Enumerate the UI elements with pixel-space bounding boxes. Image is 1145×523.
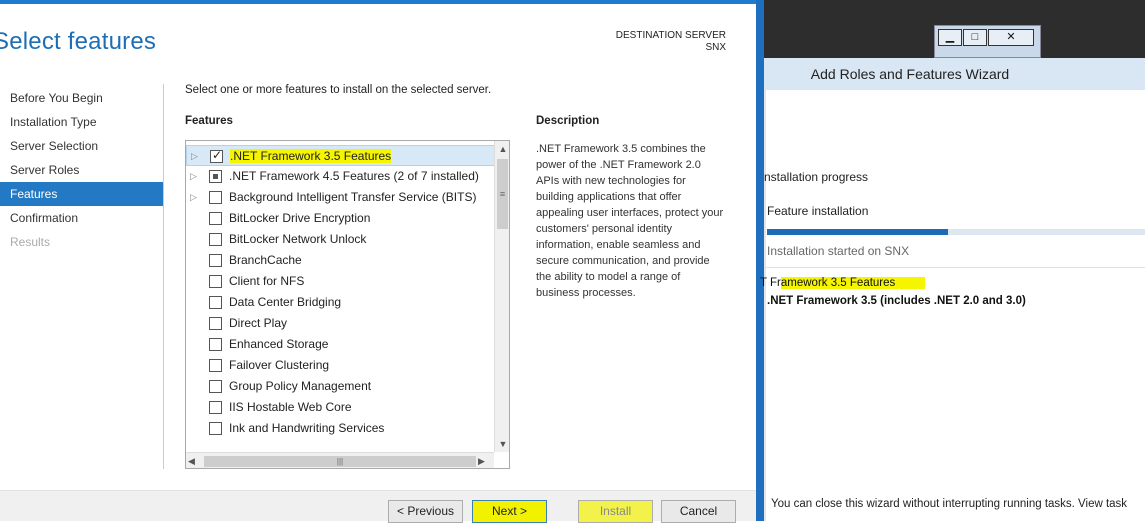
destination-server-label: DESTINATION SERVER [615,30,726,41]
close-icon[interactable]: ✕ [988,29,1034,46]
feature-checkbox[interactable] [209,170,222,183]
feature-row[interactable]: ▷ .NET Framework 4.5 Features (2 of 7 ins… [186,166,496,187]
feature-checkbox[interactable] [209,317,222,330]
progress-heading: nstallation progress [764,170,869,184]
feature-checkbox[interactable] [209,275,222,288]
feature-checkbox[interactable] [210,148,223,163]
expand-arrow-icon[interactable]: ▷ [190,192,198,202]
feature-row[interactable]: BranchCache [186,250,496,271]
instruction-text: Select one or more features to install o… [185,84,492,96]
feature-label: Enhanced Storage [229,337,329,351]
install-button[interactable]: Install [578,500,653,523]
nav-item-results: Results [10,235,51,249]
vertical-scroll-thumb[interactable]: ≡ [497,159,508,229]
result-feature-detail: .NET Framework 3.5 (includes .NET 2.0 an… [767,295,1026,307]
maximize-icon[interactable]: □ [963,29,987,46]
horizontal-scroll-thumb[interactable]: ||| [204,456,476,467]
feature-row[interactable]: ▷ Background Intelligent Transfer Service… [186,187,496,208]
feature-row[interactable]: Ink and Handwriting Services [186,418,496,439]
nav-item-before-you-begin[interactable]: Before You Begin [0,86,163,110]
expand-arrow-icon[interactable]: ▷ [190,171,198,181]
scroll-up-arrow-icon[interactable]: ▲ [495,141,509,157]
result-title-prefix: T Fr [760,277,781,289]
feature-label: Background Intelligent Transfer Service … [229,190,477,204]
feature-installation-label: Feature installation [767,204,869,218]
nav-item-installation-type[interactable]: Installation Type [0,110,163,134]
destination-server-name: SNX [705,42,726,53]
cancel-button[interactable]: Cancel [661,500,736,523]
feature-label: .NET Framework 3.5 Features [230,149,392,163]
feature-checkbox[interactable] [209,401,222,414]
feature-label: Ink and Handwriting Services [229,421,385,435]
feature-row[interactable]: Group Policy Management [186,376,496,397]
window-controls: ▁ □ ✕ [934,25,1041,58]
feature-label: IIS Hostable Web Core [229,400,352,414]
add-features-wizard: Select features DESTINATION SERVER SNX B… [0,0,760,521]
previous-button[interactable]: < Previous [388,500,463,523]
window-title: Add Roles and Features Wizard [810,66,1010,82]
feature-row[interactable]: Enhanced Storage [186,334,496,355]
feature-label: Direct Play [229,316,288,330]
window-right-border [756,0,764,521]
progress-bar [767,229,1145,235]
result-title-highlighted: amework 3.5 Features [780,277,926,289]
next-button[interactable]: Next > [472,500,547,523]
grip-icon: ≡ [499,189,506,199]
page-title: Select features [0,28,156,56]
features-heading: Features [185,115,233,127]
feature-checkbox[interactable] [209,254,222,267]
feature-checkbox[interactable] [209,359,222,372]
vertical-scrollbar[interactable]: ▲ ≡ ▼ [494,141,509,452]
scroll-left-arrow-icon[interactable]: ◀ [188,453,202,468]
feature-checkbox[interactable] [209,191,222,204]
nav-item-confirmation[interactable]: Confirmation [0,206,163,230]
feature-checkbox[interactable] [209,212,222,225]
window-top-border [0,0,760,4]
features-tree-list[interactable]: ▷ .NET Framework 3.5 Features ▷ .NET Framew… [185,140,510,469]
description-text: .NET Framework 3.5 combines the power of… [536,143,724,299]
horizontal-scrollbar[interactable]: ◀ ||| ▶ [186,452,494,468]
result-feature-title: T Framework 3.5 Features [760,277,926,289]
scroll-down-arrow-icon[interactable]: ▼ [495,436,509,452]
divider [764,267,1145,268]
minimize-icon[interactable]: ▁ [938,29,962,46]
feature-checkbox[interactable] [209,233,222,246]
feature-row[interactable]: Data Center Bridging [186,292,496,313]
feature-label: BitLocker Drive Encryption [229,211,371,225]
feature-row[interactable]: Client for NFS [186,271,496,292]
feature-label: BranchCache [229,253,302,267]
feature-label: Client for NFS [229,274,305,288]
installation-status: Installation started on SNX [767,244,910,258]
feature-row[interactable]: IIS Hostable Web Core [186,397,496,418]
feature-row[interactable]: BitLocker Drive Encryption [186,208,496,229]
nav-item-server-roles[interactable]: Server Roles [0,158,163,182]
progress-bar-fill [767,229,949,235]
feature-row[interactable]: Direct Play [186,313,496,334]
installation-progress-window: Add Roles and Features Wizard ▁ □ ✕ nsta… [760,0,1145,521]
feature-label: Data Center Bridging [229,295,342,309]
close-wizard-note: You can close this wizard without interr… [771,498,1128,510]
nav-divider [163,84,164,469]
scroll-right-arrow-icon[interactable]: ▶ [478,453,492,468]
feature-row[interactable]: Failover Clustering [186,355,496,376]
feature-label: BitLocker Network Unlock [229,232,367,246]
nav-item-features[interactable]: Features [0,182,163,206]
feature-label: .NET Framework 4.5 Features (2 of 7 inst… [229,169,479,183]
description-heading: Description [536,115,600,127]
expand-arrow-icon[interactable]: ▷ [191,151,199,161]
feature-row[interactable]: ▷ .NET Framework 3.5 Features [186,145,496,166]
feature-checkbox[interactable] [209,296,222,309]
window-edge [764,90,766,521]
feature-checkbox[interactable] [209,338,222,351]
feature-label: Group Policy Management [229,379,372,393]
feature-checkbox[interactable] [209,380,222,393]
wizard-nav: Before You Begin Installation Type Serve… [0,86,163,254]
page-title-text: Select features [0,28,157,55]
nav-item-server-selection[interactable]: Server Selection [0,134,163,158]
feature-row[interactable]: BitLocker Network Unlock [186,229,496,250]
feature-label: Failover Clustering [229,358,330,372]
feature-checkbox[interactable] [209,422,222,435]
